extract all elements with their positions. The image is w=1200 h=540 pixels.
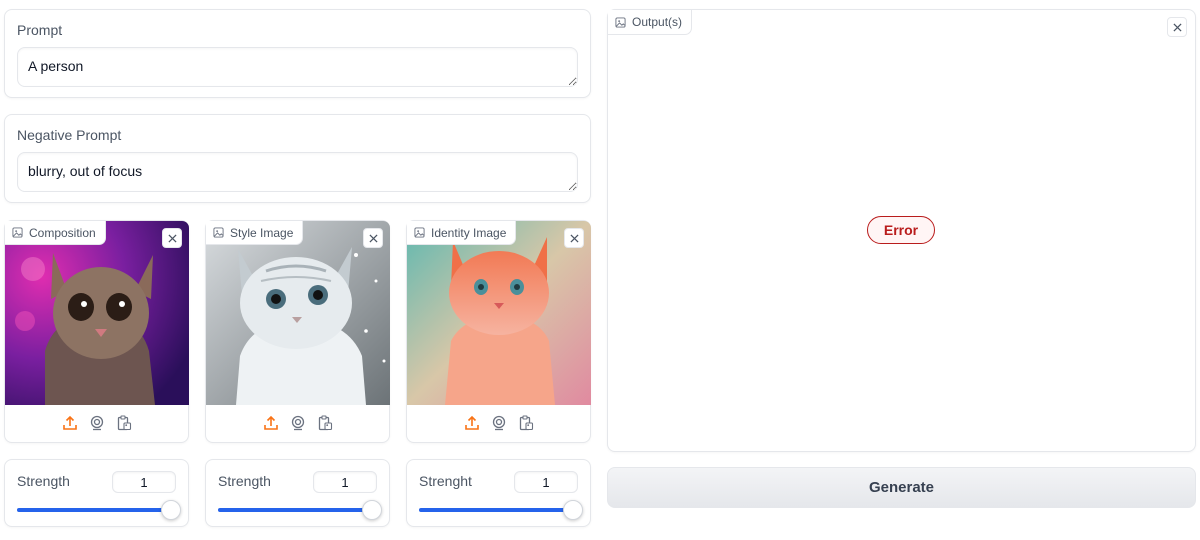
composition-label: Composition (29, 225, 96, 240)
composition-strength-block: Strength 1 (4, 459, 189, 527)
upload-icon[interactable] (62, 415, 78, 431)
slider-thumb[interactable] (362, 500, 383, 520)
identity-image-label: Identity Image (431, 225, 507, 240)
output-label: Output(s) (632, 15, 683, 29)
clipboard-icon[interactable] (317, 415, 333, 431)
style-strength-block: Strength 1 (205, 459, 390, 527)
image-icon (414, 227, 425, 238)
close-icon (1172, 22, 1182, 32)
identity-image-tag: Identity Image (407, 221, 517, 245)
strength-number-input[interactable]: 1 (112, 471, 176, 493)
webcam-icon[interactable] (89, 415, 105, 431)
error-badge: Error (867, 216, 935, 244)
strength-number-input[interactable]: 1 (313, 471, 377, 493)
identity-image-toolbar (407, 415, 590, 435)
close-icon (368, 233, 378, 243)
slider-thumb[interactable] (563, 500, 584, 520)
strength-label: Strength (17, 473, 70, 489)
identity-image-close-button[interactable] (564, 228, 584, 248)
style-image-block: Style Image (205, 220, 390, 443)
output-panel: Output(s) Error (607, 9, 1196, 452)
slider-thumb[interactable] (161, 500, 182, 520)
composition-tag: Composition (5, 221, 106, 245)
strength-slider[interactable] (218, 500, 383, 520)
close-icon (167, 233, 177, 243)
strength-number-input[interactable]: 1 (514, 471, 578, 493)
clipboard-icon[interactable] (518, 415, 534, 431)
composition-image (5, 221, 189, 405)
negative-prompt-block: Negative Prompt (4, 114, 591, 203)
composition-image-block: Composition (4, 220, 189, 443)
prompt-label: Prompt (17, 22, 63, 38)
strength-slider[interactable] (419, 500, 584, 520)
output-tag: Output(s) (608, 10, 693, 35)
negative-prompt-input[interactable] (17, 152, 578, 192)
strength-label: Strenght (419, 473, 472, 489)
composition-toolbar (5, 415, 188, 435)
style-image-close-button[interactable] (363, 228, 383, 248)
upload-icon[interactable] (464, 415, 480, 431)
webcam-icon[interactable] (491, 415, 507, 431)
style-image (206, 221, 390, 405)
webcam-icon[interactable] (290, 415, 306, 431)
clipboard-icon[interactable] (116, 415, 132, 431)
style-image-label: Style Image (230, 225, 294, 240)
identity-image-block: Identity Image (406, 220, 591, 443)
image-icon (213, 227, 224, 238)
prompt-input[interactable] (17, 47, 578, 87)
identity-image (407, 221, 591, 405)
generate-button[interactable]: Generate (607, 467, 1196, 508)
style-image-tag: Style Image (206, 221, 304, 245)
image-icon (615, 16, 626, 28)
style-image-toolbar (206, 415, 389, 435)
prompt-block: Prompt (4, 9, 591, 98)
strength-slider[interactable] (17, 500, 182, 520)
strength-label: Strength (218, 473, 271, 489)
image-icon (12, 227, 23, 238)
upload-icon[interactable] (263, 415, 279, 431)
output-close-button[interactable] (1167, 17, 1187, 37)
negative-prompt-label: Negative Prompt (17, 127, 122, 143)
identity-strength-block: Strenght 1 (406, 459, 591, 527)
composition-close-button[interactable] (162, 228, 182, 248)
close-icon (569, 233, 579, 243)
